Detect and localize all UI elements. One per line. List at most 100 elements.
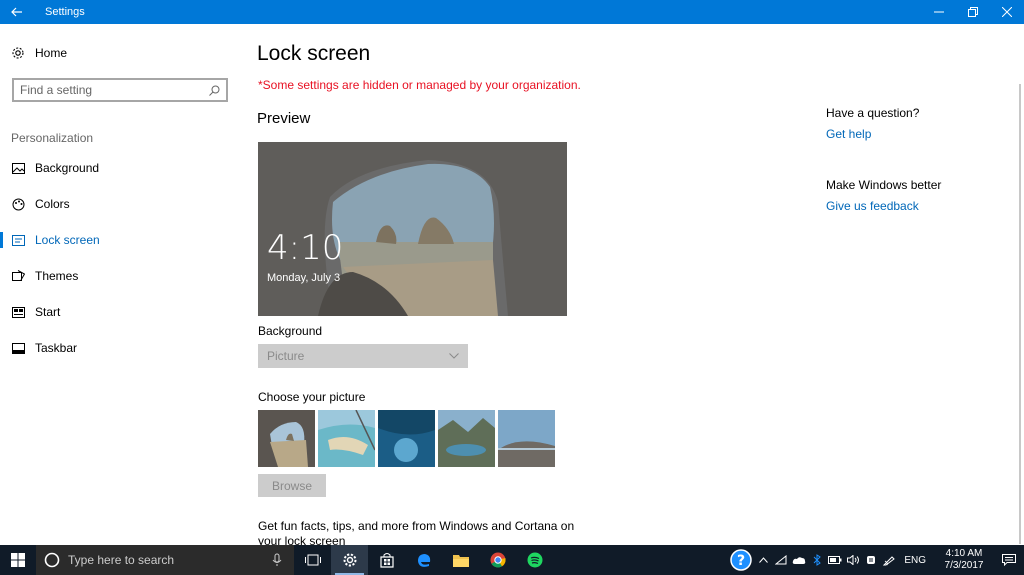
help-tray-button[interactable]: ?: [728, 545, 754, 575]
preview-date: Monday, July 3: [267, 272, 341, 284]
picture-thumbnail[interactable]: [258, 410, 315, 467]
pen-icon: [883, 556, 896, 566]
get-help-link[interactable]: Get help: [826, 127, 871, 141]
picture-thumbnail[interactable]: [438, 410, 495, 467]
app-tray-button[interactable]: [862, 545, 880, 575]
battery-tray-button[interactable]: [826, 545, 844, 575]
chrome-icon: [490, 552, 506, 568]
section-label: Personalization: [11, 131, 94, 145]
question-icon: ?: [730, 549, 753, 571]
store-icon: [379, 553, 394, 568]
bluetooth-icon: [813, 554, 822, 566]
sidebar-item-background[interactable]: Background: [0, 150, 240, 186]
title-bar: Settings: [0, 0, 1024, 24]
search-icon: [209, 85, 220, 96]
sidebar-item-label: Lock screen: [35, 233, 100, 247]
back-button[interactable]: [0, 0, 34, 24]
question-heading: Have a question?: [826, 106, 920, 120]
window-title: Settings: [45, 6, 85, 18]
action-center-button[interactable]: [994, 545, 1024, 575]
minimize-icon: [934, 11, 944, 13]
svg-text:?: ?: [737, 553, 745, 569]
show-hidden-icons-button[interactable]: [754, 545, 772, 575]
taskbar: Type here to search ? ENG 4:10 AM 7/3/20…: [0, 545, 1024, 575]
restore-icon: [968, 7, 978, 17]
page-title: Lock screen: [257, 42, 371, 65]
minimize-button[interactable]: [922, 0, 956, 24]
wifi-icon: [775, 555, 787, 565]
cortana-icon: [44, 552, 60, 568]
sidebar-item-label: Themes: [35, 269, 79, 283]
bluetooth-tray-button[interactable]: [808, 545, 826, 575]
lock-screen-icon: [11, 233, 25, 247]
preview-heading: Preview: [257, 110, 311, 127]
picture-thumbnail[interactable]: [498, 410, 555, 467]
cloud-icon: [793, 556, 806, 564]
home-label: Home: [35, 46, 68, 60]
search-box[interactable]: [12, 78, 228, 102]
taskbar-app-file-explorer[interactable]: [442, 545, 479, 575]
background-dropdown[interactable]: Picture: [258, 344, 468, 368]
gear-icon: [11, 46, 25, 60]
themes-icon: [11, 269, 25, 283]
close-button[interactable]: [990, 0, 1024, 24]
taskbar-search[interactable]: Type here to search: [36, 545, 294, 575]
clock[interactable]: 4:10 AM 7/3/2017: [934, 548, 994, 572]
search-input[interactable]: [20, 83, 209, 97]
sidebar-item-colors[interactable]: Colors: [0, 186, 240, 222]
give-feedback-link[interactable]: Give us feedback: [826, 199, 919, 213]
taskbar-icon: [11, 341, 25, 355]
sidebar-item-label: Start: [35, 305, 61, 319]
taskbar-search-input: Type here to search: [68, 553, 175, 567]
picture-icon: [11, 161, 25, 175]
picture-thumbnail[interactable]: [318, 410, 375, 467]
system-tray: ? ENG 4:10 AM 7/3/2017: [728, 545, 1024, 575]
navigation-pane: Home Personalization Background Colors L…: [0, 24, 240, 545]
network-tray-button[interactable]: [772, 545, 790, 575]
volume-tray-button[interactable]: [844, 545, 862, 575]
spotify-icon: [527, 552, 542, 568]
sidebar-item-taskbar[interactable]: Taskbar: [0, 330, 240, 366]
chevron-down-icon: [449, 353, 459, 359]
lock-screen-preview: 4:10 Monday, July 3: [258, 142, 567, 316]
start-icon: [11, 305, 25, 319]
taskbar-app-edge[interactable]: [405, 545, 442, 575]
restore-button[interactable]: [956, 0, 990, 24]
sidebar-item-label: Background: [35, 161, 100, 175]
taskbar-app-chrome[interactable]: [479, 545, 516, 575]
gear-icon: [343, 553, 356, 567]
close-icon: [1002, 7, 1012, 17]
taskbar-app-store[interactable]: [368, 545, 405, 575]
browse-button[interactable]: Browse: [258, 474, 326, 497]
scrollbar[interactable]: [1019, 84, 1021, 544]
sidebar-item-lock-screen[interactable]: Lock screen: [0, 222, 240, 258]
taskbar-app-spotify[interactable]: [516, 545, 553, 575]
sidebar-item-label: Taskbar: [35, 341, 78, 355]
taskbar-app-settings[interactable]: [331, 545, 368, 575]
battery-icon: [828, 556, 842, 564]
clock-date: 7/3/2017: [944, 560, 984, 571]
windows-logo-icon: [11, 553, 25, 567]
sidebar-item-label: Colors: [35, 197, 70, 211]
start-button[interactable]: [0, 545, 36, 575]
clock-time: 4:10 AM: [945, 548, 983, 559]
back-arrow-icon: [11, 7, 22, 17]
preview-time: 4:10: [267, 228, 344, 268]
notification-icon: [1002, 554, 1016, 566]
picture-thumbnails: [258, 410, 555, 467]
sidebar-item-start[interactable]: Start: [0, 294, 240, 330]
background-dropdown-value: Picture: [267, 349, 305, 363]
language-indicator[interactable]: ENG: [904, 555, 926, 566]
choose-picture-label: Choose your picture: [258, 390, 366, 404]
edge-icon: [417, 554, 430, 567]
home-link[interactable]: Home: [11, 46, 67, 60]
microphone-icon: [272, 553, 282, 566]
picture-thumbnail[interactable]: [378, 410, 435, 467]
chevron-up-icon: [758, 557, 768, 563]
app-tray-icon: [867, 556, 876, 564]
pen-tray-button[interactable]: [880, 545, 898, 575]
task-view-button[interactable]: [294, 545, 331, 575]
sidebar-item-themes[interactable]: Themes: [0, 258, 240, 294]
feedback-heading: Make Windows better: [826, 178, 942, 192]
onedrive-tray-button[interactable]: [790, 545, 808, 575]
